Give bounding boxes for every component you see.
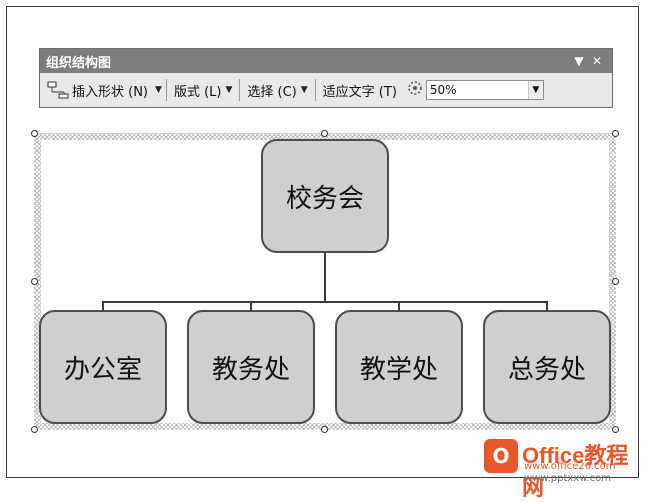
toolbar-separator <box>165 79 167 101</box>
resize-handle-ml[interactable] <box>31 278 38 285</box>
close-icon[interactable]: ✕ <box>588 54 606 68</box>
toolbar-titlebar[interactable]: 组织结构图 ▼ ✕ <box>40 49 612 73</box>
layout-button[interactable]: 版式 (L) ▼ <box>171 78 235 102</box>
resize-handle-bc[interactable] <box>321 426 328 433</box>
office-logo: O <box>484 439 518 473</box>
fit-text-label: 适应文字 (T) <box>322 84 397 100</box>
resize-handle-bl[interactable] <box>31 426 38 433</box>
resize-handle-br[interactable] <box>612 426 619 433</box>
resize-handle-tc[interactable] <box>321 130 328 137</box>
resize-handle-tr[interactable] <box>612 130 619 137</box>
zoom-select[interactable]: 50% ▼ <box>425 80 544 100</box>
connector-horizontal <box>102 301 548 303</box>
insert-shape-dropdown-icon[interactable]: ▼ <box>155 85 162 95</box>
watermark-url-2: www.pptxxw.com <box>524 473 612 484</box>
select-button[interactable]: 选择 (C) ▼ <box>244 78 310 102</box>
fit-text-button[interactable]: 适应文字 (T) <box>320 78 400 102</box>
layout-label: 版式 (L) <box>173 84 222 100</box>
select-label: 选择 (C) <box>247 84 297 100</box>
org-node-teaching[interactable]: 教学处 <box>335 310 463 424</box>
zoom-icon[interactable] <box>406 79 424 101</box>
resize-handle-mr[interactable] <box>612 278 619 285</box>
insert-shape-label: 插入形状 (N) <box>72 84 149 100</box>
toolbar-separator <box>239 79 241 101</box>
zoom-value: 50% <box>429 83 457 97</box>
org-node-root[interactable]: 校务会 <box>261 139 389 253</box>
select-dropdown-icon: ▼ <box>300 85 308 95</box>
insert-shape-button[interactable]: 插入形状 (N) <box>44 78 151 102</box>
watermark-url: www.office26.com <box>524 461 616 472</box>
layout-dropdown-icon: ▼ <box>225 85 233 95</box>
org-node-academic-affairs[interactable]: 教务处 <box>187 310 315 424</box>
org-node-office[interactable]: 办公室 <box>39 310 167 424</box>
resize-handle-tl[interactable] <box>31 130 38 137</box>
toolbar-separator <box>314 79 316 101</box>
toolbar-options-icon[interactable]: ▼ <box>570 54 588 68</box>
connector-root <box>324 252 326 302</box>
org-node-general-affairs[interactable]: 总务处 <box>483 310 611 424</box>
toolbar-title: 组织结构图 <box>46 55 112 71</box>
insert-shape-icon <box>47 81 69 99</box>
org-chart-toolbar: 组织结构图 ▼ ✕ 插入形状 (N) ▼ 版式 (L) ▼ 选择 (C) ▼ 适… <box>39 48 613 108</box>
chevron-down-icon[interactable]: ▼ <box>527 81 543 99</box>
toolbar-row: 插入形状 (N) ▼ 版式 (L) ▼ 选择 (C) ▼ 适应文字 (T) 50… <box>40 73 612 107</box>
